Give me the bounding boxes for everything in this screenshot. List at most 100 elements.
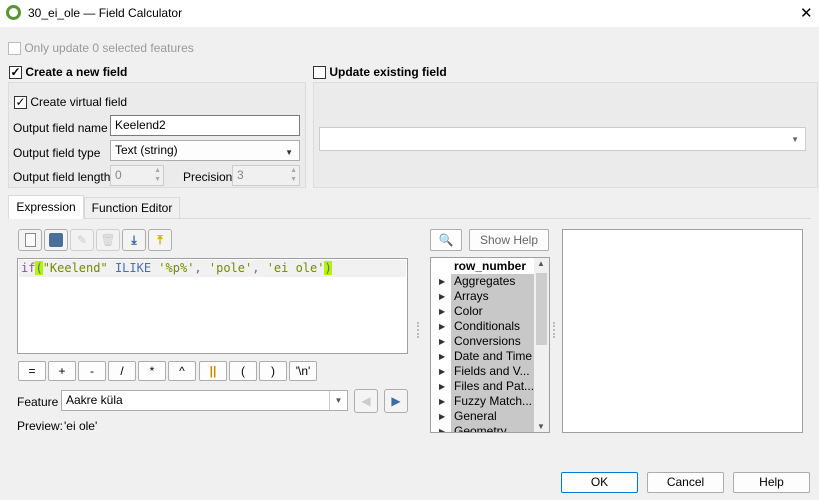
operator-close-paren-button[interactable]: ) (259, 361, 287, 381)
tree-group-date-and-time[interactable]: ▶ Date and Time (431, 349, 535, 364)
title-bar: 30_ei_ole — Field Calculator ✕ (0, 0, 819, 27)
update-field-group: ▼ (313, 82, 818, 188)
feature-value: Aakre küla (66, 393, 123, 407)
operator-multiply-button[interactable]: * (138, 361, 166, 381)
expand-arrow-icon: ▶ (439, 307, 446, 316)
spin-arrows-icon: ▲ ▼ (290, 167, 297, 183)
tree-group-general[interactable]: ▶ General (431, 409, 535, 424)
output-field-name-label: Output field name (13, 121, 108, 135)
output-field-length-spinbox[interactable]: 0 ▲ ▼ (110, 165, 164, 186)
edit-icon: ✎ (70, 229, 94, 251)
checkbox-checked[interactable]: ✓ (9, 66, 22, 80)
only-update-checkbox[interactable]: Only update 0 selected features (8, 41, 194, 56)
import-icon[interactable]: ⤓ (122, 229, 146, 251)
existing-field-combo[interactable]: ▼ (319, 127, 806, 151)
expand-arrow-icon: ▶ (439, 292, 446, 301)
operator-equals-button[interactable]: = (18, 361, 46, 381)
operator-concat-button[interactable]: || (199, 361, 227, 381)
chevron-down-icon: ▼ (285, 148, 293, 157)
tree-group-geometry[interactable]: ▶ Geometry (431, 424, 535, 432)
token-function: if (21, 261, 36, 275)
token-string: 'pole' (208, 261, 253, 275)
operator-power-button[interactable]: ^ (168, 361, 196, 381)
checkbox[interactable] (8, 42, 21, 56)
virtual-field-checkbox[interactable]: ✓ Create virtual field (14, 95, 127, 110)
show-help-button[interactable]: Show Help (469, 229, 549, 251)
expand-arrow-icon: ▶ (439, 367, 446, 376)
new-file-icon[interactable] (18, 229, 42, 251)
tree-item-label: General (451, 409, 535, 424)
scroll-up-icon[interactable]: ▲ (537, 259, 545, 268)
output-field-type-select[interactable]: Text (string) ▼ (110, 140, 300, 161)
preview-value: 'ei ole' (64, 419, 98, 433)
precision-spinbox[interactable]: 3 ▲ ▼ (232, 165, 300, 186)
tree-group-fuzzy-matching[interactable]: ▶ Fuzzy Match... (431, 394, 535, 409)
token-bracket: ) (324, 261, 332, 275)
checkbox[interactable] (313, 66, 326, 80)
function-tree[interactable]: row_number ▶ Aggregates ▶ Arrays ▶ Color ▶ C… (430, 257, 550, 433)
output-field-name-input[interactable]: Keelend2 (110, 115, 300, 136)
expand-arrow-icon: ▶ (439, 352, 446, 361)
search-button[interactable]: 🔍 (430, 229, 462, 251)
tree-item-label: Conditionals (451, 319, 535, 334)
scroll-down-icon[interactable]: ▼ (537, 422, 545, 431)
tree-scrollbar[interactable]: ▲ ▼ (534, 258, 549, 432)
create-new-field-checkbox[interactable]: ✓ Create a new field (9, 65, 128, 80)
chevron-down-icon: ▼ (329, 391, 347, 410)
operator-open-paren-button[interactable]: ( (229, 361, 257, 381)
tree-item-row-number[interactable]: row_number (431, 259, 535, 274)
scrollbar-thumb[interactable] (536, 273, 547, 345)
previous-feature-button[interactable]: ◀ (354, 389, 378, 413)
tree-item-label: Conversions (451, 334, 535, 349)
tree-item-label: Files and Pat... (451, 379, 535, 394)
delete-icon: 🗑 (96, 229, 120, 251)
save-icon[interactable] (44, 229, 68, 251)
tree-group-conversions[interactable]: ▶ Conversions (431, 334, 535, 349)
tree-group-aggregates[interactable]: ▶ Aggregates (431, 274, 535, 289)
ok-button[interactable]: OK (561, 472, 638, 493)
tree-item-label: Arrays (451, 289, 535, 304)
help-panel (562, 229, 803, 433)
close-button[interactable]: ✕ (800, 4, 813, 22)
only-update-label: Only update 0 selected features (24, 41, 194, 55)
tree-group-conditionals[interactable]: ▶ Conditionals (431, 319, 535, 334)
expression-editor[interactable]: if("Keelend" ILIKE '%p%', 'pole', 'ei ol… (17, 258, 408, 354)
tree-group-files-and-paths[interactable]: ▶ Files and Pat... (431, 379, 535, 394)
token-operator: ILIKE (107, 261, 159, 275)
splitter-handle[interactable] (553, 322, 555, 338)
tree-item-label: Date and Time (451, 349, 535, 364)
token-comma: , (252, 261, 267, 275)
operator-minus-button[interactable]: - (78, 361, 106, 381)
feature-select[interactable]: Aakre küla ▼ (61, 390, 348, 411)
operator-divide-button[interactable]: / (108, 361, 136, 381)
tree-group-arrays[interactable]: ▶ Arrays (431, 289, 535, 304)
operator-newline-button[interactable]: '\n' (289, 361, 317, 381)
tree-item-label: row_number (454, 259, 527, 273)
token-bracket: ( (35, 261, 43, 275)
tree-item-label: Fuzzy Match... (451, 394, 535, 409)
feature-label: Feature (17, 395, 59, 409)
token-field: "Keelend" (42, 261, 108, 275)
checkbox-checked[interactable]: ✓ (14, 96, 27, 110)
tab-function-editor[interactable]: Function Editor (84, 197, 180, 219)
tree-item-label: Geometry (451, 424, 535, 432)
preview-label: Preview: (17, 419, 64, 433)
help-button[interactable]: Help (733, 472, 810, 493)
expand-arrow-icon: ▶ (439, 397, 446, 406)
tree-item-label: Fields and V... (451, 364, 535, 379)
expression-line: if("Keelend" ILIKE '%p%', 'pole', 'ei ol… (19, 260, 406, 277)
tree-group-fields-and-values[interactable]: ▶ Fields and V... (431, 364, 535, 379)
tab-expression[interactable]: Expression (8, 195, 84, 219)
search-icon: 🔍 (438, 233, 454, 247)
cancel-button[interactable]: Cancel (647, 472, 724, 493)
update-existing-field-checkbox[interactable]: Update existing field (313, 65, 447, 80)
tree-group-color[interactable]: ▶ Color (431, 304, 535, 319)
next-feature-button[interactable]: ▶ (384, 389, 408, 413)
create-new-field-label: Create a new field (25, 65, 128, 79)
splitter-handle[interactable] (417, 322, 419, 338)
window-title: 30_ei_ole — Field Calculator (28, 6, 183, 20)
output-field-length-label: Output field length (13, 170, 111, 184)
expand-arrow-icon: ▶ (439, 322, 446, 331)
export-icon[interactable]: ⤒ (148, 229, 172, 251)
operator-plus-button[interactable]: + (48, 361, 76, 381)
